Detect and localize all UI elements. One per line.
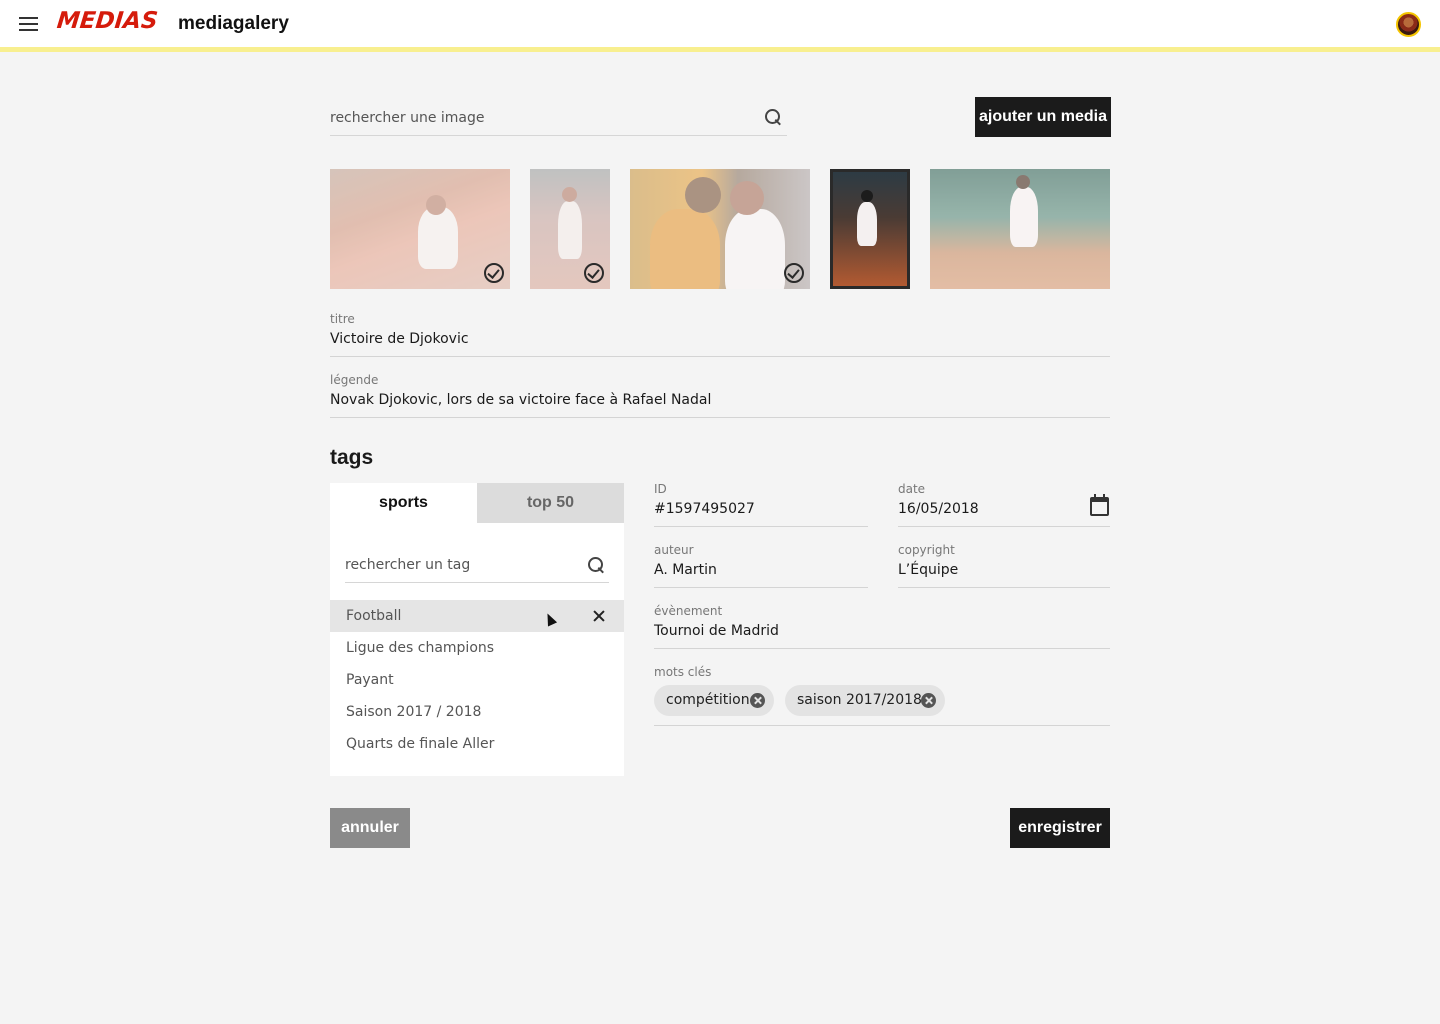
date-value[interactable]: 16/05/2018 (898, 501, 979, 517)
remove-chip-icon[interactable] (750, 693, 765, 708)
caption-field[interactable]: légende Novak Djokovic, lors de sa victo… (330, 373, 1110, 418)
keyword-chip[interactable]: compétition (654, 685, 774, 716)
mouse-cursor-icon (542, 611, 558, 627)
tag-item-label: Ligue des champions (346, 640, 495, 656)
selected-check-icon (584, 263, 604, 283)
tag-item-ligue-des-champions[interactable]: Ligue des champions (330, 632, 624, 664)
gallery-image[interactable] (330, 169, 510, 289)
title-label: titre (330, 312, 355, 326)
keyword-chip-label: saison 2017/2018 (797, 692, 922, 708)
author-field[interactable]: auteur A. Martin (654, 543, 868, 588)
tag-search-input[interactable] (345, 554, 575, 576)
date-label: date (898, 482, 926, 496)
title-field[interactable]: titre Victoire de Djokovic (330, 312, 1110, 357)
date-field[interactable]: date 16/05/2018 (898, 482, 1110, 527)
gallery-image-current[interactable] (830, 169, 910, 289)
search-icon[interactable] (764, 108, 784, 128)
id-value[interactable]: #1597495027 (654, 501, 755, 517)
search-icon[interactable] (587, 556, 607, 576)
app-name: mediagalery (178, 13, 289, 34)
tag-search (345, 549, 609, 583)
keyword-chip-label: compétition (666, 692, 750, 708)
close-icon[interactable] (593, 610, 605, 622)
event-value[interactable]: Tournoi de Madrid (654, 623, 779, 639)
tag-item-label: Football (346, 608, 402, 624)
top-bar: MEDIAS mediagalery (0, 0, 1440, 47)
copyright-label: copyright (898, 543, 955, 557)
tag-item-quarts-de-finale[interactable]: Quarts de finale Aller (330, 728, 624, 760)
selected-check-icon (784, 263, 804, 283)
add-media-button[interactable]: ajouter un media (975, 97, 1111, 137)
avatar[interactable] (1396, 12, 1421, 37)
tag-item-payant[interactable]: Payant (330, 664, 624, 696)
caption-value[interactable]: Novak Djokovic, lors de sa victoire face… (330, 392, 711, 408)
tab-top-50[interactable]: top 50 (477, 483, 624, 523)
menu-icon[interactable] (19, 17, 38, 31)
gallery-image[interactable] (530, 169, 610, 289)
gallery-image[interactable] (930, 169, 1110, 289)
event-field[interactable]: évènement Tournoi de Madrid (654, 604, 1110, 649)
author-value[interactable]: A. Martin (654, 562, 717, 578)
caption-label: légende (330, 373, 379, 387)
copyright-value[interactable]: L’Équipe (898, 562, 958, 578)
keyword-chip[interactable]: saison 2017/2018 (785, 685, 945, 716)
image-search-input[interactable] (330, 106, 750, 130)
cancel-button[interactable]: annuler (330, 808, 410, 848)
tag-item-label: Quarts de finale Aller (346, 736, 495, 752)
keywords-label: mots clés (654, 665, 712, 679)
copyright-field[interactable]: copyright L’Équipe (898, 543, 1110, 588)
remove-chip-icon[interactable] (921, 693, 936, 708)
author-label: auteur (654, 543, 694, 557)
tag-item-label: Saison 2017 / 2018 (346, 704, 482, 720)
tag-item-football[interactable]: Football (330, 600, 624, 632)
header-accent-line (0, 47, 1440, 52)
id-label: ID (654, 482, 667, 496)
tag-item-label: Payant (346, 672, 394, 688)
tab-sports[interactable]: sports (330, 483, 477, 523)
brand-logo[interactable]: MEDIAS (56, 8, 159, 34)
event-label: évènement (654, 604, 723, 618)
selected-check-icon (484, 263, 504, 283)
id-field[interactable]: ID #1597495027 (654, 482, 868, 527)
image-search (330, 100, 787, 136)
tags-heading: tags (330, 446, 374, 469)
calendar-icon[interactable] (1090, 494, 1109, 516)
gallery-image[interactable] (630, 169, 810, 289)
title-value[interactable]: Victoire de Djokovic (330, 331, 469, 347)
tags-panel: sports top 50 Football Ligue des champio… (330, 483, 624, 776)
save-button[interactable]: enregistrer (1010, 808, 1110, 848)
tag-item-saison[interactable]: Saison 2017 / 2018 (330, 696, 624, 728)
